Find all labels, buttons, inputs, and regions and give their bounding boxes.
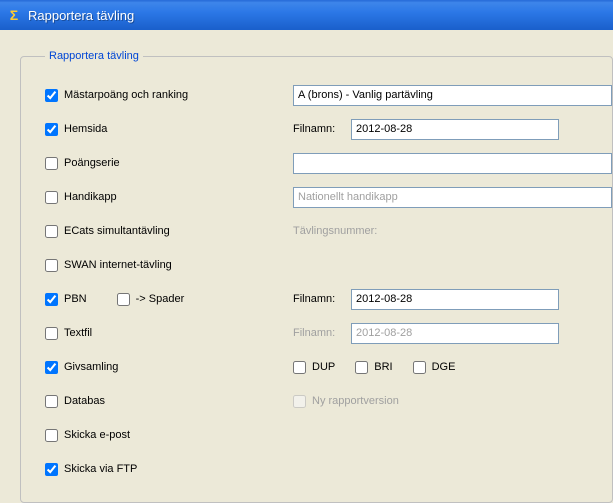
checkbox-bri-input[interactable]	[355, 361, 368, 374]
row-ecats: ECats simultantävling Tävlingsnummer:	[45, 214, 612, 248]
checkbox-handikapp-input[interactable]	[45, 191, 58, 204]
checkbox-textfil-input[interactable]	[45, 327, 58, 340]
checkbox-bri[interactable]: BRI	[355, 361, 392, 374]
checkbox-givsamling-label: Givsamling	[64, 361, 118, 373]
checkbox-ny-rapportversion-label: Ny rapportversion	[312, 395, 399, 407]
select-mastarpoang[interactable]: A (brons) - Vanlig partävling	[293, 85, 612, 106]
label-pbn-filnamn: Filnamn:	[293, 293, 351, 305]
checkbox-spader[interactable]: -> Spader	[117, 293, 185, 306]
checkbox-poangserie-label: Poängserie	[64, 157, 120, 169]
row-poangserie: Poängserie	[45, 146, 612, 180]
checkbox-hemsida[interactable]: Hemsida	[45, 123, 107, 136]
checkbox-dup-input[interactable]	[293, 361, 306, 374]
checkbox-dge-input[interactable]	[413, 361, 426, 374]
checkbox-poangserie[interactable]: Poängserie	[45, 157, 120, 170]
checkbox-poangserie-input[interactable]	[45, 157, 58, 170]
input-pbn-filnamn[interactable]	[351, 289, 559, 310]
checkbox-ftp-label: Skicka via FTP	[64, 463, 137, 475]
checkbox-ecats-label: ECats simultantävling	[64, 225, 170, 237]
row-handikapp: Handikapp Nationellt handikapp	[45, 180, 612, 214]
checkbox-pbn-label: PBN	[64, 293, 87, 305]
checkbox-swan[interactable]: SWAN internet-tävling	[45, 259, 172, 272]
checkbox-handikapp-label: Handikapp	[64, 191, 117, 203]
checkbox-dup[interactable]: DUP	[293, 361, 335, 374]
select-handikapp[interactable]: Nationellt handikapp	[293, 187, 612, 208]
row-epost: Skicka e-post	[45, 418, 612, 452]
app-sigma-icon: Σ	[6, 7, 22, 23]
checkbox-textfil[interactable]: Textfil	[45, 327, 92, 340]
row-pbn: PBN -> Spader Filnamn:	[45, 282, 612, 316]
label-hemsida-filnamn: Filnamn:	[293, 123, 351, 135]
checkbox-spader-input[interactable]	[117, 293, 130, 306]
checkbox-epost-input[interactable]	[45, 429, 58, 442]
row-mastarpoang: Mästarpoäng och ranking A (brons) - Vanl…	[45, 78, 612, 112]
checkbox-hemsida-input[interactable]	[45, 123, 58, 136]
row-hemsida: Hemsida Filnamn:	[45, 112, 612, 146]
checkbox-givsamling-input[interactable]	[45, 361, 58, 374]
checkbox-givsamling[interactable]: Givsamling	[45, 361, 118, 374]
input-textfil-filnamn	[351, 323, 559, 344]
checkbox-ftp[interactable]: Skicka via FTP	[45, 463, 137, 476]
checkbox-ny-rapportversion: Ny rapportversion	[293, 395, 399, 408]
checkbox-databas-label: Databas	[64, 395, 105, 407]
checkbox-pbn-input[interactable]	[45, 293, 58, 306]
row-swan: SWAN internet-tävling	[45, 248, 612, 282]
checkbox-mastarpoang-input[interactable]	[45, 89, 58, 102]
checkbox-ecats[interactable]: ECats simultantävling	[45, 225, 170, 238]
checkbox-handikapp[interactable]: Handikapp	[45, 191, 117, 204]
client-area: Rapportera tävling Mästarpoäng och ranki…	[0, 30, 613, 503]
checkbox-hemsida-label: Hemsida	[64, 123, 107, 135]
row-textfil: Textfil Filnamn:	[45, 316, 612, 350]
checkbox-spader-label: -> Spader	[136, 293, 185, 305]
select-mastarpoang-value: A (brons) - Vanlig partävling	[298, 89, 433, 101]
group-rapportera: Rapportera tävling Mästarpoäng och ranki…	[20, 50, 613, 503]
checkbox-pbn[interactable]: PBN	[45, 293, 87, 306]
checkbox-epost[interactable]: Skicka e-post	[45, 429, 130, 442]
checkbox-dge[interactable]: DGE	[413, 361, 456, 374]
input-hemsida-filnamn[interactable]	[351, 119, 559, 140]
checkbox-bri-label: BRI	[374, 361, 392, 373]
checkbox-epost-label: Skicka e-post	[64, 429, 130, 441]
checkbox-mastarpoang-label: Mästarpoäng och ranking	[64, 89, 188, 101]
window-title: Rapportera tävling	[28, 8, 134, 23]
window: Σ Rapportera tävling Rapportera tävling …	[0, 0, 613, 503]
checkbox-ecats-input[interactable]	[45, 225, 58, 238]
checkbox-databas[interactable]: Databas	[45, 395, 105, 408]
group-legend: Rapportera tävling	[45, 50, 143, 62]
row-ftp: Skicka via FTP	[45, 452, 612, 486]
titlebar: Σ Rapportera tävling	[0, 0, 613, 30]
checkbox-mastarpoang[interactable]: Mästarpoäng och ranking	[45, 89, 188, 102]
checkbox-ftp-input[interactable]	[45, 463, 58, 476]
row-givsamling: Givsamling DUP BRI	[45, 350, 612, 384]
checkbox-swan-input[interactable]	[45, 259, 58, 272]
select-handikapp-value: Nationellt handikapp	[298, 191, 398, 203]
checkbox-ny-rapportversion-input	[293, 395, 306, 408]
checkbox-textfil-label: Textfil	[64, 327, 92, 339]
rows-container: Mästarpoäng och ranking A (brons) - Vanl…	[45, 78, 612, 486]
checkbox-swan-label: SWAN internet-tävling	[64, 259, 172, 271]
label-ecats-tavlingsnummer: Tävlingsnummer:	[293, 225, 377, 237]
checkbox-dge-label: DGE	[432, 361, 456, 373]
input-poangserie[interactable]	[293, 153, 612, 174]
checkbox-databas-input[interactable]	[45, 395, 58, 408]
label-textfil-filnamn: Filnamn:	[293, 327, 351, 339]
row-databas: Databas Ny rapportversion	[45, 384, 612, 418]
checkbox-dup-label: DUP	[312, 361, 335, 373]
